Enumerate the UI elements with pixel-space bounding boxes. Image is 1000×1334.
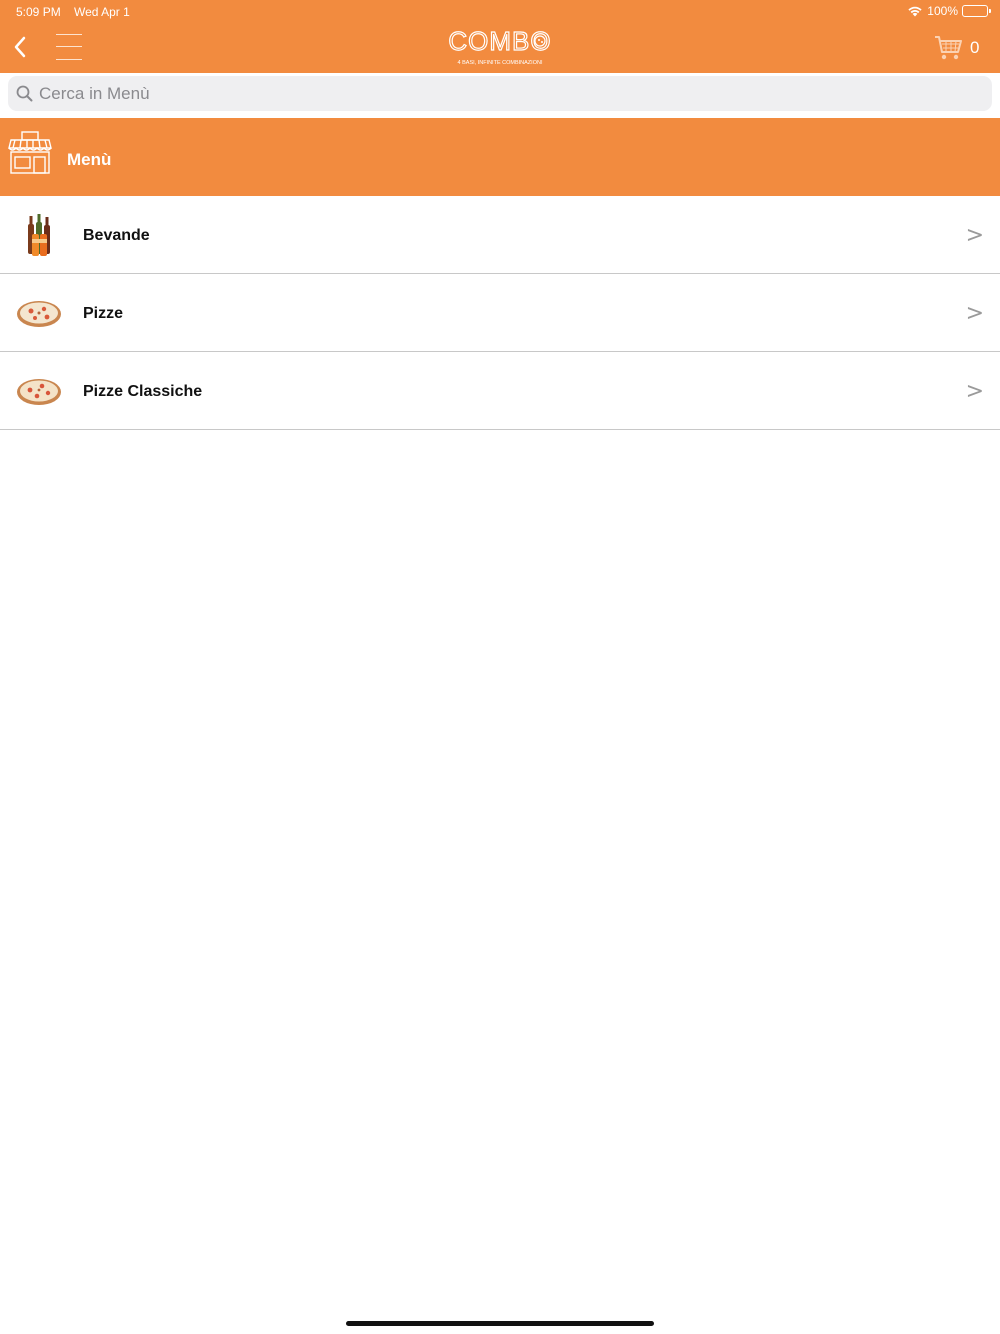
hamburger-button[interactable] xyxy=(56,32,82,62)
list-item-pizze-classiche[interactable]: Pizze Classiche > xyxy=(0,352,1000,430)
cart-count: 0 xyxy=(970,38,980,57)
logo-mark: COMBO 4 BASI, INFINITE COMBINAZIONI xyxy=(448,25,551,66)
combo-logo: COMBO 4 BASI, INFINITE COMBINAZIONI xyxy=(440,25,560,68)
search-icon xyxy=(16,85,33,102)
category-list: Bevande > Pizze > Pizze Classiche > xyxy=(0,196,1000,430)
pizza-thumbnail xyxy=(17,379,61,405)
list-item-pizze[interactable]: Pizze > xyxy=(0,274,1000,352)
chevron-right-icon: > xyxy=(965,301,984,326)
status-time: 5:09 PM xyxy=(16,5,61,19)
battery-percent: 100% xyxy=(927,4,958,18)
store-icon xyxy=(8,131,52,174)
status-right: 100% xyxy=(907,4,991,18)
logo-text: COMBO xyxy=(448,28,551,56)
hamburger-line xyxy=(56,46,82,47)
drinks-thumbnail xyxy=(28,214,50,256)
hamburger-line xyxy=(56,59,82,60)
pizza-thumbnail xyxy=(17,301,61,327)
list-item-label: Pizze Classiche xyxy=(83,383,203,400)
chevron-right-icon: > xyxy=(965,223,984,248)
chevron-left-icon xyxy=(14,36,26,58)
battery-icon xyxy=(962,5,991,17)
list-item-label: Bevande xyxy=(83,227,150,244)
logo-tagline: 4 BASI, INFINITE COMBINAZIONI xyxy=(458,60,543,66)
section-title: Menù xyxy=(67,150,112,169)
status-date: Wed Apr 1 xyxy=(74,5,130,19)
cart-button[interactable]: 0 xyxy=(934,34,988,62)
search-input[interactable] xyxy=(39,83,939,104)
section-header: Menù xyxy=(0,118,1000,196)
list-item-bevande[interactable]: Bevande > xyxy=(0,196,1000,274)
list-item-label: Pizze xyxy=(83,305,124,322)
home-indicator[interactable] xyxy=(346,1321,654,1326)
chevron-right-icon: > xyxy=(965,379,984,404)
back-button[interactable] xyxy=(8,32,32,62)
top-bar: 5:09 PM Wed Apr 1 100% COMBO 4 BASI, INF… xyxy=(0,0,1000,73)
wifi-icon xyxy=(908,6,922,17)
cart-icon xyxy=(935,36,962,60)
search-bar[interactable] xyxy=(8,76,992,111)
hamburger-icon xyxy=(56,34,82,35)
